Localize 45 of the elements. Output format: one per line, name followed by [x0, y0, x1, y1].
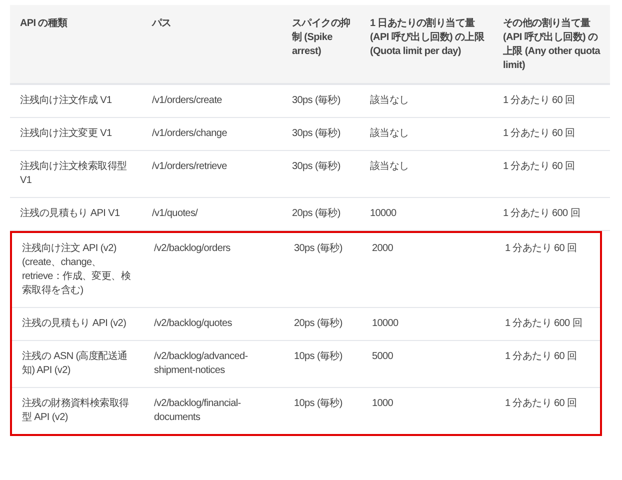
table-cell-text: 注残向け注文検索取得型 V1 — [19, 160, 128, 188]
table-cell-text: 2000 — [371, 242, 394, 256]
table-cell-text: 1 分あたり 60 回 — [502, 127, 576, 141]
table-cell-text: 注残の財務資料検索取得型 API (v2) — [21, 397, 130, 425]
table-cell-text: 30ps (毎秒) — [293, 242, 344, 256]
table-cell-text: 5000 — [371, 350, 394, 364]
table-cell-text: /v2/backlog/financial-documents — [153, 397, 242, 425]
table-cell-text: 30ps (毎秒) — [291, 127, 342, 141]
table-cell-text: 注残向け注文作成 V1 — [19, 94, 113, 108]
column-header: 1 日あたりの割り当て量 (API 呼び出し回数) の上限 (Quota limit per day) — [369, 17, 486, 59]
table-cell-text: 1000 — [371, 397, 394, 411]
table-cell-text: 20ps (毎秒) — [291, 207, 342, 221]
table-cell-text: 注残の ASN (高度配送通知) API (v2) — [21, 350, 128, 378]
table-cell-text: 1 分あたり 60 回 — [502, 94, 576, 108]
table-cell-text: 1 分あたり 600 回 — [502, 207, 581, 221]
table-cell-text: 10ps (毎秒) — [293, 350, 344, 364]
table-cell-text: 1 分あたり 60 回 — [504, 242, 578, 256]
table-cell-text: 該当なし — [369, 94, 410, 108]
table-cell-text: 20ps (毎秒) — [293, 317, 344, 331]
column-header: API の種類 — [19, 17, 68, 31]
table-cell-text: 10000 — [369, 207, 398, 221]
column-header: スパイクの抑制 (Spike arrest) — [290, 17, 352, 59]
table-cell-text: 10000 — [371, 317, 400, 331]
column-header: その他の割り当て量 (API 呼び出し回数) の上限 (Any other quota limit) — [502, 17, 602, 73]
column-header: パス — [150, 17, 172, 31]
table-cell-text: 1 分あたり 60 回 — [502, 160, 576, 174]
table-cell-text: /v1/quotes/ — [151, 207, 199, 221]
table-cell-text: /v1/orders/create — [151, 94, 223, 108]
table-cell-text: 該当なし — [369, 127, 410, 141]
table-cell-text: 1 分あたり 60 回 — [504, 397, 578, 411]
table-cell-text: /v2/backlog/orders — [153, 242, 232, 256]
table-cell-text: 該当なし — [369, 160, 410, 174]
table-cell-text: /v1/orders/retrieve — [151, 160, 228, 174]
table-cell-text: /v2/backlog/quotes — [153, 317, 233, 331]
table-cell-text: 注残の見積もり API V1 — [19, 207, 121, 221]
table-cell-text: /v2/backlog/advanced-shipment-notices — [153, 350, 249, 378]
table-cell-text: 10ps (毎秒) — [293, 397, 344, 411]
table-cell-text: 30ps (毎秒) — [291, 160, 342, 174]
table-cell-text: /v1/orders/change — [151, 127, 228, 141]
table-cell-text: 注残の見積もり API (v2) — [21, 317, 128, 331]
table-cell-text: 注残向け注文変更 V1 — [19, 127, 113, 141]
table-cell-text: 1 分あたり 600 回 — [504, 317, 583, 331]
table-cell-text: 注残向け注文 API (v2) (create、change、retrieve：作成、変更、検索取得を含む) — [21, 242, 132, 298]
table-cell-text: 1 分あたり 60 回 — [504, 350, 578, 364]
table-cell-text: 30ps (毎秒) — [291, 94, 342, 108]
